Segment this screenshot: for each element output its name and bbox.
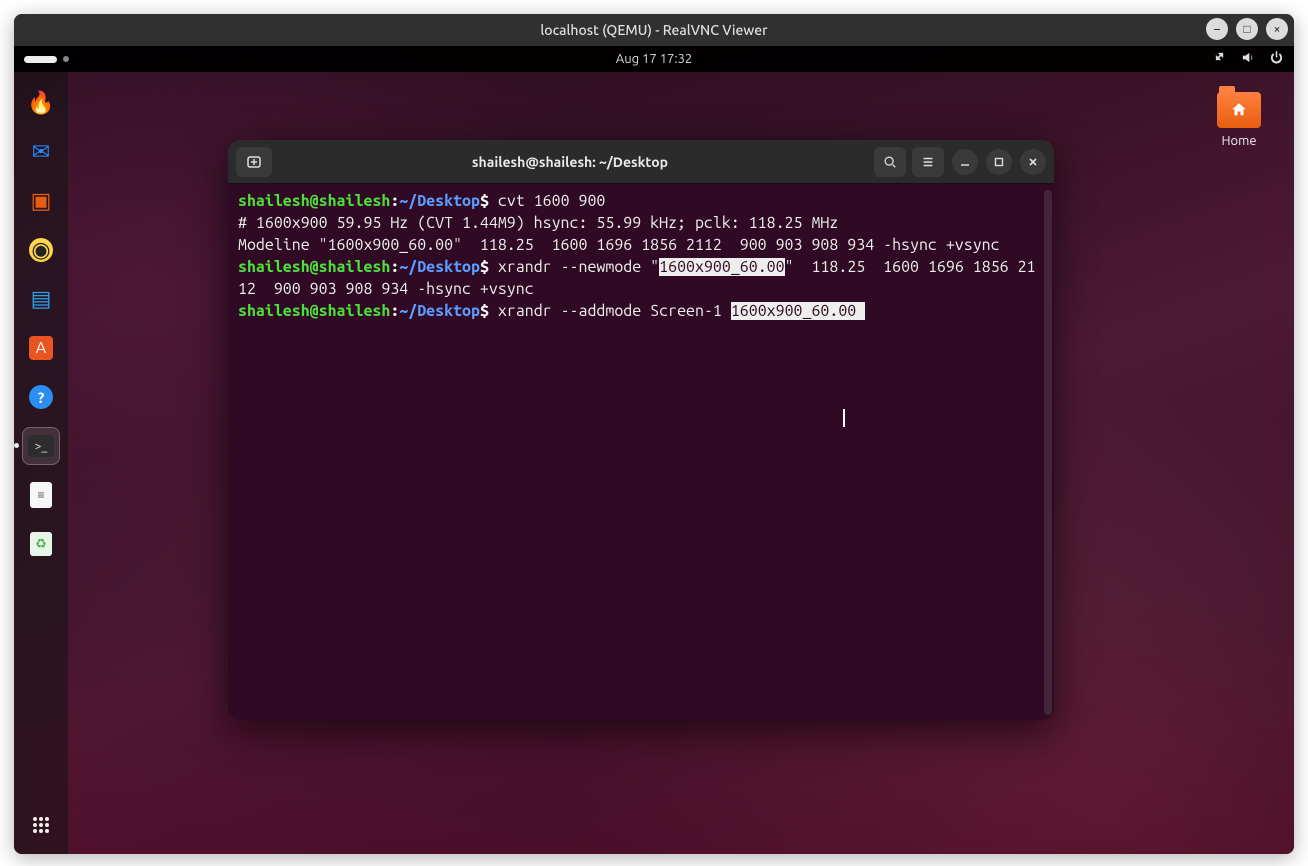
text-editor-icon: ≡: [30, 482, 52, 508]
dock-trash[interactable]: ♻: [22, 525, 60, 563]
network-icon[interactable]: [1211, 50, 1226, 68]
desktop-home-folder[interactable]: Home: [1204, 92, 1274, 148]
prompt-userhost: shailesh@shailesh: [238, 192, 390, 210]
maximize-button[interactable]: [986, 149, 1012, 175]
vnc-toolbar-handle[interactable]: [24, 53, 69, 65]
dock-files[interactable]: ▣: [22, 182, 60, 220]
help-icon: ?: [29, 385, 53, 409]
cmd-3-highlight: 1600x900_60.00: [731, 302, 865, 320]
ubuntu-dock[interactable]: 🔥 ✉ ▣ ◉ ▤ A ? >_ ≡ ♻: [14, 72, 68, 854]
show-applications-button[interactable]: [22, 806, 60, 844]
dock-thunderbird[interactable]: ✉: [22, 133, 60, 171]
cmd-1: cvt 1600 900: [489, 192, 605, 210]
close-button[interactable]: [1020, 149, 1046, 175]
vnc-title: localhost (QEMU) - RealVNC Viewer: [540, 22, 767, 38]
gnome-terminal-window[interactable]: shailesh@shailesh: ~/Desktop shailesh@sh…: [228, 140, 1054, 720]
terminal-icon: >_: [28, 435, 54, 457]
thunderbird-icon: ✉: [32, 139, 50, 165]
terminal-content[interactable]: shailesh@shailesh:~/Desktop$ cvt 1600 90…: [228, 184, 1054, 720]
text-cursor-icon: [843, 409, 845, 427]
output-1: # 1600x900 59.95 Hz (CVT 1.44M9) hsync: …: [238, 214, 838, 232]
rhythmbox-icon: ◉: [29, 238, 53, 262]
terminal-scrollbar[interactable]: [1044, 190, 1052, 715]
cmd-2a: xrandr --newmode ": [489, 258, 659, 276]
writer-icon: ▤: [31, 286, 52, 312]
prompt-sigil: $: [480, 192, 489, 210]
software-icon: A: [29, 336, 53, 360]
hamburger-menu-button[interactable]: [912, 147, 944, 177]
new-tab-button[interactable]: [236, 147, 272, 177]
gnome-topbar[interactable]: Aug 17 17:32: [14, 46, 1294, 72]
terminal-headerbar[interactable]: shailesh@shailesh: ~/Desktop: [228, 140, 1054, 184]
volume-icon[interactable]: [1240, 50, 1255, 68]
system-tray[interactable]: [1211, 50, 1284, 68]
terminal-title: shailesh@shailesh: ~/Desktop: [272, 154, 868, 170]
dock-help[interactable]: ?: [22, 378, 60, 416]
ubuntu-desktop[interactable]: Aug 17 17:32 🔥 ✉ ▣ ◉ ▤ A ? >_ ≡: [14, 46, 1294, 854]
vnc-maximize-button[interactable]: □: [1236, 18, 1258, 40]
vnc-close-button[interactable]: ×: [1266, 18, 1288, 40]
cmd-2-highlight: 1600x900_60.00: [659, 258, 784, 276]
vnc-minimize-button[interactable]: –: [1206, 18, 1228, 40]
dock-writer[interactable]: ▤: [22, 280, 60, 318]
home-label: Home: [1204, 134, 1274, 148]
clock[interactable]: Aug 17 17:32: [616, 52, 693, 66]
output-2: Modeline "1600x900_60.00" 118.25 1600 16…: [238, 236, 1000, 254]
vnc-viewer-window: localhost (QEMU) - RealVNC Viewer – □ × …: [14, 14, 1294, 854]
dock-terminal[interactable]: >_: [22, 427, 60, 465]
prompt-path: ~/Desktop: [399, 192, 480, 210]
search-button[interactable]: [874, 147, 906, 177]
firefox-icon: 🔥: [27, 90, 54, 116]
power-icon[interactable]: [1269, 50, 1284, 68]
minimize-button[interactable]: [952, 149, 978, 175]
cmd-3a: xrandr --addmode Screen-1: [489, 302, 731, 320]
dock-firefox[interactable]: 🔥: [22, 84, 60, 122]
dock-rhythmbox[interactable]: ◉: [22, 231, 60, 269]
files-icon: ▣: [31, 188, 52, 214]
dock-text-editor[interactable]: ≡: [22, 476, 60, 514]
trash-icon: ♻: [30, 532, 52, 556]
dock-software[interactable]: A: [22, 329, 60, 367]
vnc-titlebar[interactable]: localhost (QEMU) - RealVNC Viewer – □ ×: [14, 14, 1294, 46]
